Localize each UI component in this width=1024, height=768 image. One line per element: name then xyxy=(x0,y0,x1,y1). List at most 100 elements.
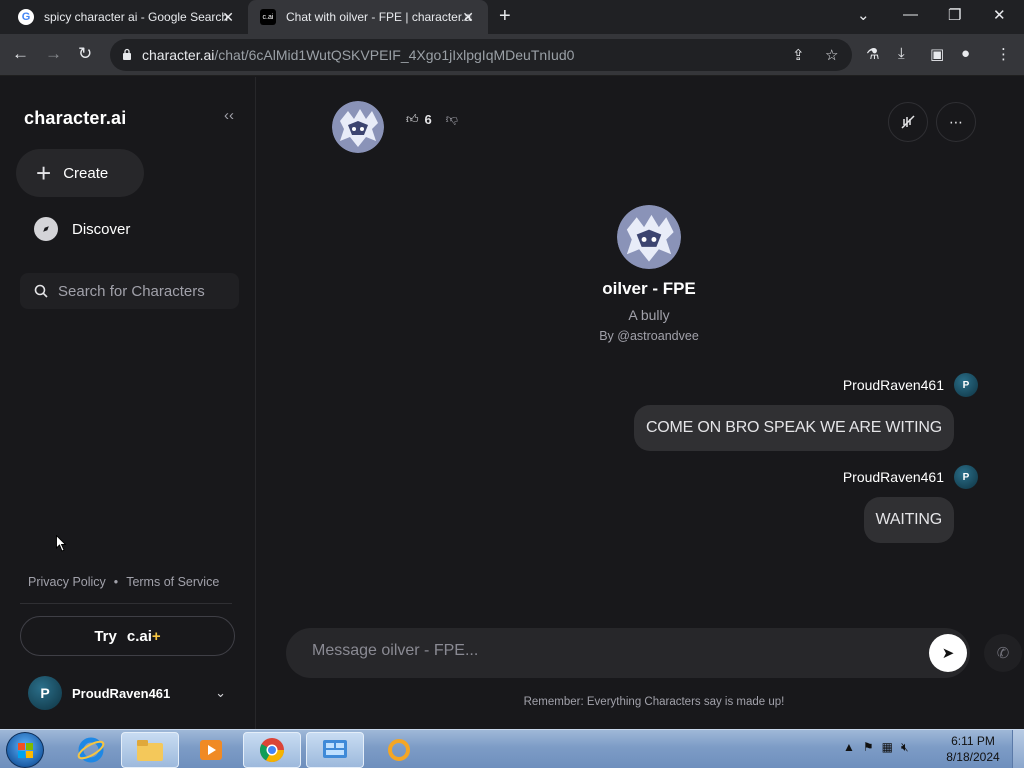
show-hidden-icons-icon[interactable]: ▲ xyxy=(843,740,855,755)
avatar: P xyxy=(28,676,62,710)
more-horizontal-icon: ⋯ xyxy=(949,113,963,130)
avatar: P xyxy=(954,373,978,397)
character-name: oilver - FPE xyxy=(602,279,696,298)
character-tagline: A bully xyxy=(628,307,670,323)
character-avatar-large[interactable] xyxy=(617,205,681,269)
action-center-flag-icon[interactable]: ⚑ xyxy=(863,740,874,755)
system-clock[interactable]: 6:11 PM 8/18/2024 xyxy=(940,733,1006,765)
tab-search-chevron-icon[interactable]: ⌄ xyxy=(857,6,870,24)
privacy-policy-link[interactable]: Privacy Policy xyxy=(28,575,106,589)
character-search[interactable] xyxy=(20,273,239,309)
url-text: character.ai/chat/6cAlMid1WutQSKVPEIF_4X… xyxy=(142,47,574,63)
character-creator[interactable]: By @astroandvee xyxy=(516,329,782,343)
phone-icon: ✆ xyxy=(996,645,1010,662)
side-panel-icon[interactable]: ▣ xyxy=(930,45,944,63)
chevron-down-icon[interactable]: ⌄ xyxy=(215,685,226,701)
message-bubble[interactable]: COME ON BRO SPEAK WE ARE WITING xyxy=(633,405,954,451)
bookmark-star-icon[interactable]: ☆ xyxy=(825,46,838,64)
windows-taskbar: ▲ ⚑ ▦ 🔇︎ 6:11 PM 8/18/2024 xyxy=(0,729,1024,768)
collapse-sidebar-icon[interactable]: ‹‹ xyxy=(224,107,234,124)
try-cai-plus-button[interactable]: Try c.ai + xyxy=(20,616,235,656)
avatar: P xyxy=(954,465,978,489)
control-panel-icon[interactable] xyxy=(306,732,364,768)
profile-icon[interactable]: ● xyxy=(961,45,970,62)
search-icon xyxy=(34,284,48,298)
browser-tab-google-search[interactable]: G spicy character ai - Google Search ✕ xyxy=(0,0,248,34)
close-tab-icon[interactable]: ✕ xyxy=(222,9,234,25)
create-label: Create xyxy=(63,164,109,182)
terms-of-service-link[interactable]: Terms of Service xyxy=(126,575,219,589)
close-tab-icon[interactable]: ✕ xyxy=(462,9,474,25)
message-item: ProudRaven461 P WAITING xyxy=(843,465,978,543)
browser-tab-bar: G spicy character ai - Google Search ✕ c… xyxy=(0,0,1024,34)
discover-label: Discover xyxy=(72,220,131,238)
message-input[interactable] xyxy=(312,642,912,660)
message-composer: ➤ xyxy=(286,628,970,678)
mouse-cursor-icon xyxy=(56,535,66,552)
voice-off-icon xyxy=(901,115,915,129)
create-button[interactable]: + Create xyxy=(16,149,144,197)
footer-links: Privacy Policy • Terms of Service xyxy=(28,575,219,589)
close-window-button[interactable]: ✕ xyxy=(993,6,1006,24)
tab-title: Chat with oilver - FPE | character.ai xyxy=(286,10,472,24)
send-button[interactable]: ➤ xyxy=(929,634,967,672)
network-icon[interactable]: ▦ xyxy=(882,740,893,755)
clock-time: 6:11 PM xyxy=(951,734,995,748)
loading-ring-icon[interactable] xyxy=(370,732,428,768)
call-button[interactable]: ✆ xyxy=(984,634,1022,672)
new-tab-button[interactable]: + xyxy=(499,6,511,26)
brand-logo[interactable]: character.ai xyxy=(24,108,126,129)
try-label: Try xyxy=(94,627,117,645)
browser-toolbar: ← → ↻ character.ai/chat/6cAlMid1WutQSKVP… xyxy=(0,34,1024,76)
show-desktop-button[interactable] xyxy=(1012,730,1024,768)
internet-explorer-icon[interactable] xyxy=(62,732,120,768)
forward-arrow-icon[interactable]: → xyxy=(45,44,62,64)
minimize-button[interactable]: — xyxy=(903,6,918,23)
start-button[interactable] xyxy=(6,732,44,768)
cai-brand-label: c.ai xyxy=(126,627,152,645)
reload-icon[interactable]: ↻ xyxy=(78,44,92,64)
author-name: ProudRaven461 xyxy=(842,469,944,485)
plus-icon: + xyxy=(36,158,52,188)
file-explorer-icon[interactable] xyxy=(121,732,179,768)
cai-icon: c.ai xyxy=(260,9,276,25)
tab-title: spicy character ai - Google Search xyxy=(44,10,229,24)
more-options-button[interactable]: ⋯ xyxy=(936,102,976,142)
plus-badge: + xyxy=(151,627,161,645)
address-bar[interactable]: character.ai/chat/6cAlMid1WutQSKVPEIF_4X… xyxy=(110,39,852,71)
send-arrow-icon: ➤ xyxy=(941,645,955,662)
browser-tab-character-ai[interactable]: c.ai Chat with oilver - FPE | character.… xyxy=(248,0,488,34)
restore-button[interactable]: ❐ xyxy=(948,6,961,24)
clock-date: 8/18/2024 xyxy=(946,750,1000,764)
download-icon[interactable]: ⤓ xyxy=(898,45,905,62)
compass-icon xyxy=(34,217,58,241)
url-host: character.ai xyxy=(142,47,215,63)
system-tray: ▲ ⚑ ▦ 🔇︎ xyxy=(843,740,909,755)
rating-controls: 👍︎ 6 👎︎ xyxy=(406,112,458,127)
chrome-icon[interactable] xyxy=(243,732,301,768)
labs-flask-icon[interactable]: ⚗ xyxy=(866,45,879,63)
thumbs-down-icon[interactable]: 👎︎ xyxy=(446,112,458,127)
menu-kebab-icon[interactable]: ⋮ xyxy=(996,45,1011,63)
volume-muted-icon[interactable]: 🔇︎ xyxy=(901,740,909,755)
sidebar-divider xyxy=(20,603,232,604)
thumbs-up-icon[interactable]: 👍︎ xyxy=(406,112,419,127)
share-icon[interactable]: ⇪ xyxy=(792,46,805,64)
character-avatar[interactable] xyxy=(332,101,384,153)
mute-voice-button[interactable] xyxy=(888,102,928,142)
user-profile-menu[interactable]: P ProudRaven461 ⌄ xyxy=(28,676,228,710)
link-separator: • xyxy=(113,575,119,589)
back-arrow-icon[interactable]: ← xyxy=(12,44,29,64)
media-player-icon[interactable] xyxy=(182,732,240,768)
search-input[interactable] xyxy=(58,282,238,300)
sidebar: character.ai ‹‹ + Create Discover Privac… xyxy=(0,77,256,729)
windows-logo-icon xyxy=(18,743,33,758)
discover-link[interactable]: Discover xyxy=(34,217,130,241)
character-intro: oilver - FPE A bully By @astroandvee xyxy=(516,205,782,343)
author-name: ProudRaven461 xyxy=(842,377,944,393)
message-author: ProudRaven461 P xyxy=(634,373,978,397)
lock-icon xyxy=(123,48,131,60)
message-author: ProudRaven461 P xyxy=(843,465,978,489)
message-bubble[interactable]: WAITING xyxy=(863,497,954,543)
url-path: /chat/6cAlMid1WutQSKVPEIF_4Xgo1jIxlpgIqM… xyxy=(214,47,575,63)
